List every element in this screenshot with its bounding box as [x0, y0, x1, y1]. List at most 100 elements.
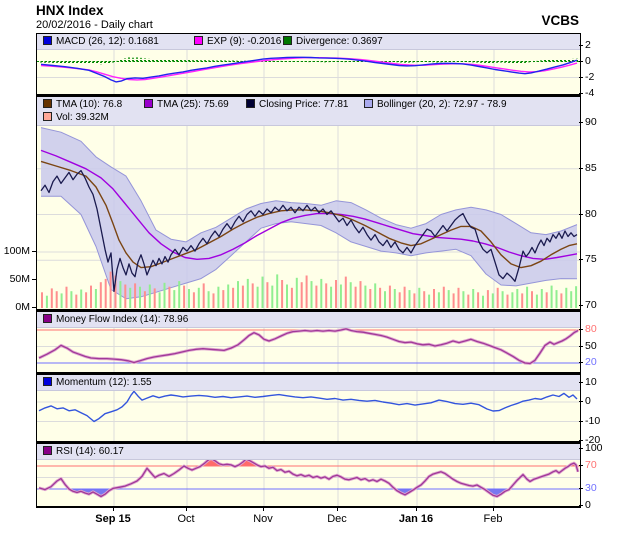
- volume-bar: [85, 292, 87, 308]
- volume-bar: [428, 295, 430, 308]
- y-axis-tick: [579, 448, 583, 449]
- volume-bar: [438, 292, 440, 308]
- volume-bar: [458, 288, 460, 308]
- y-axis-tick: [579, 45, 583, 46]
- y-axis-label: 50: [585, 340, 597, 352]
- volume-bar: [306, 276, 308, 309]
- volume-bar: [61, 293, 63, 308]
- y-axis-label: 0: [585, 55, 591, 67]
- legend-item-macd-0-0: MACD (26, 12): 0.1681: [43, 35, 159, 47]
- panel-separator: [37, 372, 580, 375]
- x-axis-label: Sep 15: [85, 513, 141, 525]
- volume-bar: [134, 283, 136, 308]
- volume-bar: [433, 289, 435, 308]
- volume-bar: [355, 287, 357, 308]
- legend-label: Vol: 39.32M: [56, 112, 109, 123]
- y-axis-tick: [579, 440, 583, 441]
- volume-bar: [335, 280, 337, 308]
- volume-bar: [271, 286, 273, 308]
- y-axis-tick: [579, 329, 583, 330]
- volume-bar: [536, 295, 538, 308]
- page-title: HNX Index: [36, 3, 104, 18]
- y-axis-tick: [579, 259, 583, 260]
- x-axis-tick: [337, 507, 338, 511]
- legend-item-price-1-0: Vol: 39.32M: [43, 111, 109, 123]
- momentum-legend: Momentum (12): 1.55: [37, 375, 580, 391]
- volume-bar: [124, 285, 126, 309]
- chart-subtitle: 20/02/2016 - Daily chart: [36, 19, 153, 31]
- legend-color-swatch: [194, 36, 203, 45]
- legend-color-swatch: [43, 377, 52, 386]
- volume-bar: [575, 286, 577, 308]
- volume-bar: [266, 282, 268, 308]
- volume-bar: [472, 289, 474, 308]
- y-axis-tick: [579, 122, 583, 123]
- volume-bar: [389, 286, 391, 308]
- volume-bar: [526, 287, 528, 308]
- volume-bar: [291, 288, 293, 308]
- y-axis-tick: [579, 488, 583, 489]
- volume-bar: [66, 287, 68, 308]
- y-axis-label: -2: [585, 71, 594, 83]
- volume-bar: [178, 281, 180, 308]
- y-axis-label: 90: [585, 116, 597, 128]
- y-axis-label: -10: [585, 415, 600, 427]
- volume-bar: [497, 288, 499, 308]
- y-axis-tick: [579, 362, 583, 363]
- x-axis-label: Nov: [235, 513, 291, 525]
- volume-bar: [257, 287, 259, 308]
- y-axis-tick: [579, 505, 583, 506]
- volume-bar: [360, 281, 362, 308]
- volume-bar: [198, 288, 200, 308]
- volume-bar: [418, 288, 420, 308]
- volume-bar: [453, 293, 455, 308]
- volume-bar: [320, 279, 322, 308]
- x-axis-tick: [113, 507, 114, 511]
- volume-axis-label: 50M: [0, 273, 30, 285]
- volume-bar: [164, 283, 166, 308]
- volume-bar: [570, 291, 572, 308]
- volume-bar: [183, 286, 185, 308]
- volume-bar: [448, 290, 450, 308]
- volume-bar: [173, 290, 175, 308]
- volume-bar: [507, 295, 509, 308]
- volume-bar: [350, 282, 352, 308]
- volume-bar: [399, 292, 401, 308]
- legend-label: TMA (25): 75.69: [157, 99, 229, 110]
- volume-bar: [252, 283, 254, 308]
- volume-bar: [80, 290, 82, 309]
- volume-bar: [374, 283, 376, 308]
- legend-color-swatch: [144, 99, 153, 108]
- mfi-panel: Money Flow Index (14): 78.96: [37, 312, 580, 372]
- chart-area: MACD (26, 12): 0.1681EXP (9): -0.2016Div…: [36, 33, 581, 508]
- y-axis-label: 0: [585, 499, 591, 511]
- legend-item-macd-0-2: Divergence: 0.3697: [283, 35, 383, 47]
- y-axis-label: 85: [585, 162, 597, 174]
- volume-bar: [129, 288, 131, 308]
- volume-bar: [325, 283, 327, 308]
- y-axis-label: 100: [585, 442, 603, 454]
- volume-bar: [296, 278, 298, 308]
- legend-item-mfi-0-0: Money Flow Index (14): 78.96: [43, 313, 188, 325]
- legend-item-price-0-1: TMA (25): 75.69: [144, 98, 229, 110]
- y-axis-label: 70: [585, 299, 597, 311]
- volume-bar: [193, 292, 195, 308]
- y-axis-tick: [579, 465, 583, 466]
- volume-bar: [511, 292, 513, 308]
- y-axis-tick: [579, 421, 583, 422]
- x-axis-tick: [416, 507, 417, 511]
- volume-bar: [502, 291, 504, 308]
- legend-label: Closing Price: 77.81: [259, 99, 349, 110]
- legend-color-swatch: [43, 99, 52, 108]
- volume-bar: [413, 293, 415, 308]
- volume-bar: [232, 288, 234, 308]
- y-axis-tick: [579, 168, 583, 169]
- volume-bar: [560, 293, 562, 308]
- volume-bar: [516, 289, 518, 308]
- y-axis-tick: [579, 214, 583, 215]
- y-axis-tick: [579, 401, 583, 402]
- volume-bar: [41, 292, 43, 308]
- volume-bar: [217, 287, 219, 308]
- legend-label: Bollinger (20, 2): 72.97 - 78.9: [377, 99, 507, 110]
- momentum-panel: Momentum (12): 1.55: [37, 375, 580, 441]
